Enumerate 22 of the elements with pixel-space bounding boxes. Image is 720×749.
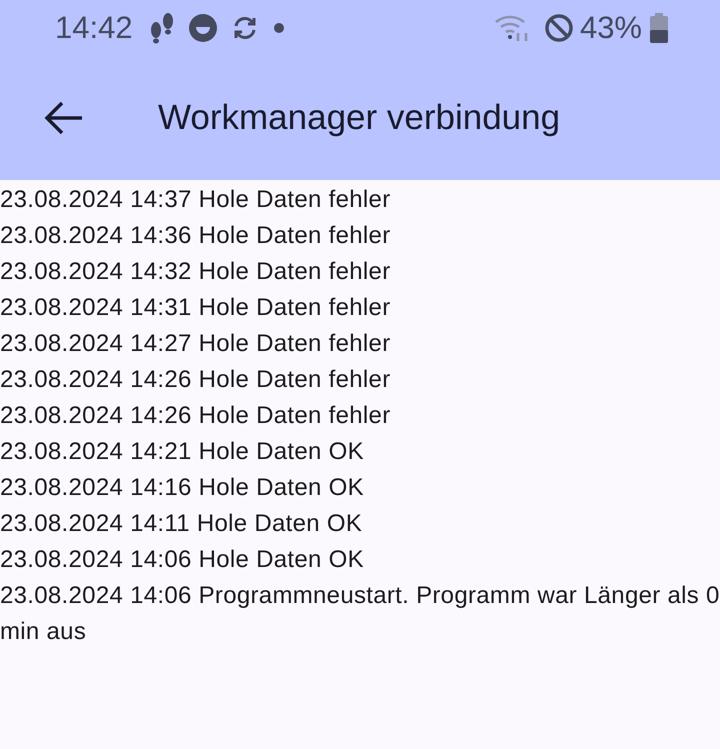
log-entry: 23.08.2024 14:26 Hole Daten fehler [0,401,392,431]
log-entry: 23.08.2024 14:31 Hole Daten fehler [0,293,392,323]
log-entry: 23.08.2024 14:32 Hole Daten fehler [0,257,392,287]
status-time: 14:42 [55,10,133,46]
back-arrow-icon [44,101,84,135]
log-entry: 23.08.2024 14:27 Hole Daten fehler [0,329,392,359]
blocked-icon [544,13,574,43]
page-title: Workmanager verbindung [158,98,560,138]
battery-icon [650,13,668,43]
log-entry: 23.08.2024 14:06 Hole Daten OK [0,545,365,575]
log-entry: 23.08.2024 14:37 Hole Daten fehler [0,185,392,215]
footprints-icon [148,12,175,44]
dot-icon [272,22,285,34]
log-entry: 23.08.2024 14:36 Hole Daten fehler [0,221,392,251]
log-entry: 23.08.2024 14:21 Hole Daten OK [0,437,365,467]
face-icon [188,14,217,42]
log-entry: 23.08.2024 14:16 Hole Daten OK [0,473,365,503]
log-entry: 23.08.2024 14:06 Programmneustart. Programm war Länger als 0 min aus [0,581,720,647]
log-entry: 23.08.2024 14:11 Hole Daten OK [0,509,364,539]
wifi-icon [494,13,530,43]
log-entry: 23.08.2024 14:26 Hole Daten fehler [0,365,392,395]
battery-percent: 43% [580,10,642,46]
